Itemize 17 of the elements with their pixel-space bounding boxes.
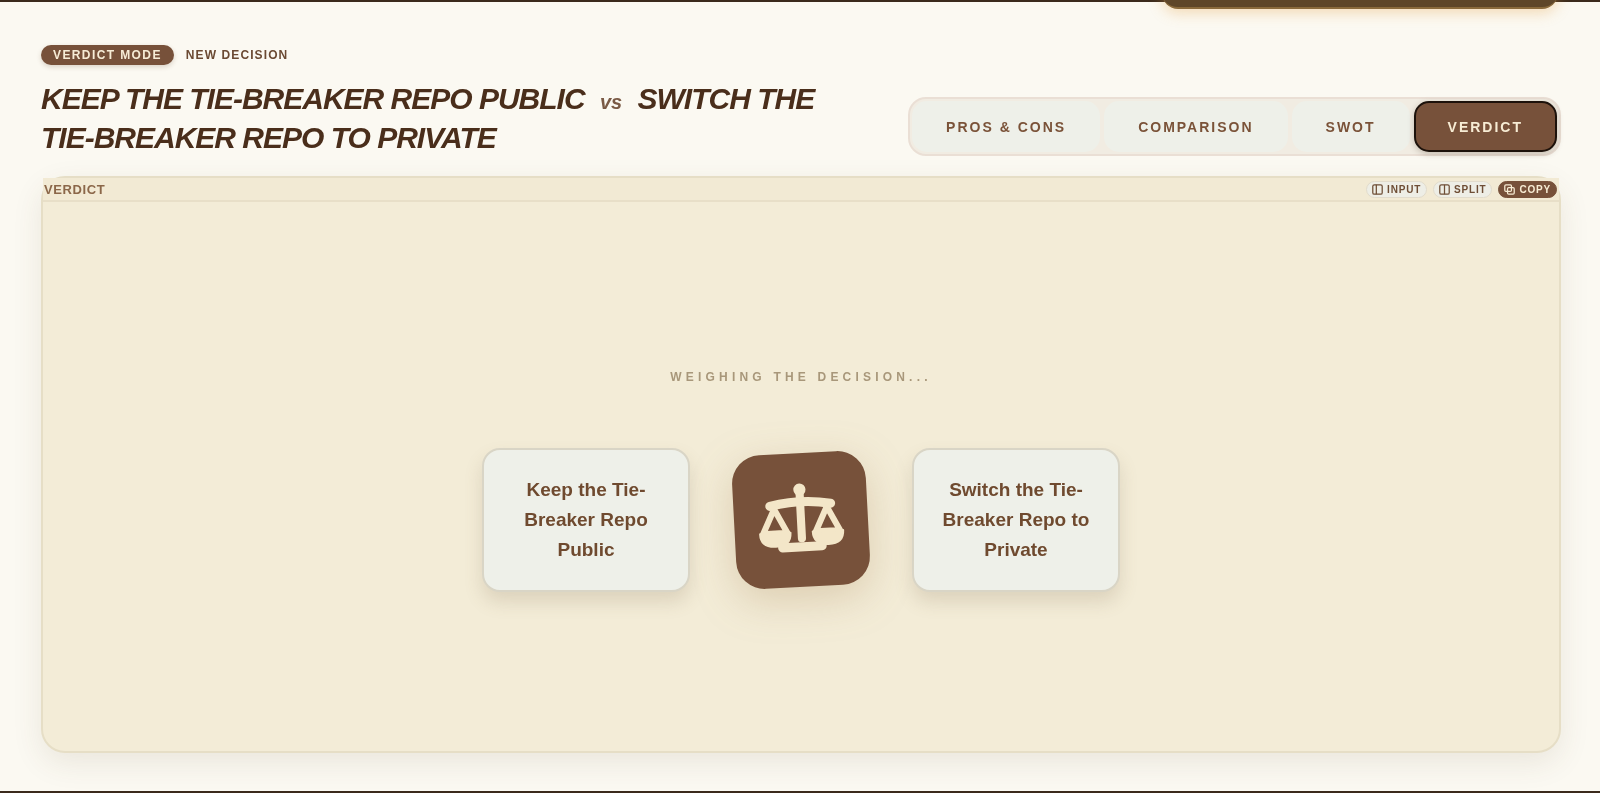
status-text: WEIGHING THE DECISION... [670, 369, 932, 384]
decision-title: KEEP THE TIE-BREAKER REPO PUBLIC vs SWITCH THE TIE-BREAKER REPO TO PRIVATE [41, 81, 817, 156]
copy-button[interactable]: COPY [1498, 180, 1557, 198]
split-view-button[interactable]: SPLIT [1433, 180, 1493, 198]
input-view-button[interactable]: INPUT [1366, 180, 1428, 198]
split-layout-icon [1439, 183, 1451, 195]
tab[interactable]: SWOT [1291, 101, 1410, 152]
option-card: Keep the Tie-Breaker Repo Public [482, 447, 690, 592]
tab[interactable]: COMPARISON [1104, 101, 1288, 152]
tab[interactable]: VERDICT [1413, 101, 1557, 152]
panel-title: VERDICT [44, 181, 106, 197]
option-card: Switch the Tie-Breaker Repo to Private [912, 447, 1120, 592]
copy-icon [1504, 183, 1516, 195]
tab[interactable]: PROS & CONS [912, 101, 1101, 152]
new-decision-button[interactable]: NEW DECISION [183, 48, 291, 62]
sidebar-layout-icon [1372, 183, 1384, 195]
mode-badge: VERDICT MODE [41, 45, 174, 65]
